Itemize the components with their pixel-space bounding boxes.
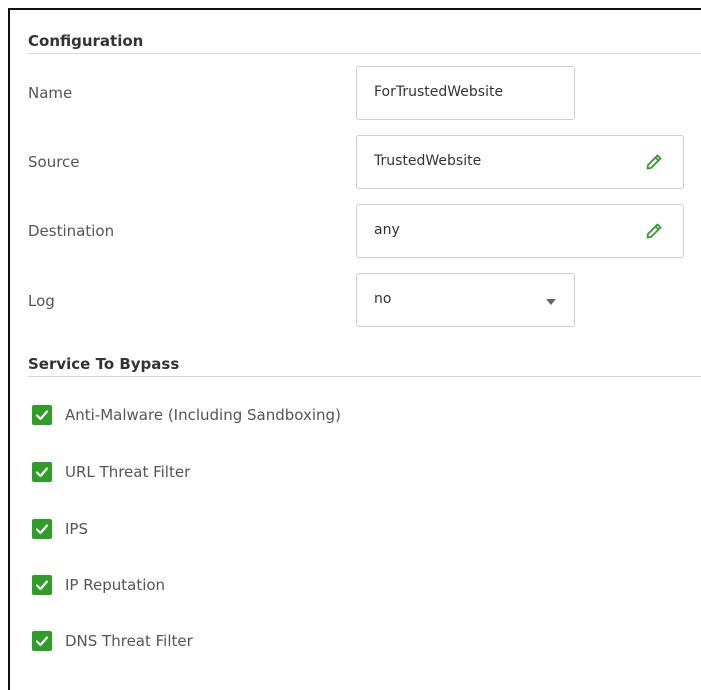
destination-field[interactable]: any xyxy=(356,204,684,258)
name-value: ForTrustedWebsite xyxy=(374,84,504,100)
checkmark-icon[interactable] xyxy=(32,405,52,425)
bypass-section-title: Service To Bypass xyxy=(28,355,180,373)
section-divider xyxy=(28,53,701,54)
log-select[interactable]: no xyxy=(356,273,575,327)
name-label: Name xyxy=(28,84,73,102)
bypass-item-label: IP Reputation xyxy=(65,576,166,594)
source-value: TrustedWebsite xyxy=(374,153,482,169)
configuration-section-title: Configuration xyxy=(28,32,144,50)
pencil-edit-icon[interactable] xyxy=(645,153,663,171)
checkmark-icon[interactable] xyxy=(32,462,52,482)
destination-value: any xyxy=(374,222,400,238)
checkmark-icon[interactable] xyxy=(32,631,52,651)
source-label: Source xyxy=(28,153,80,171)
bypass-item-label: URL Threat Filter xyxy=(65,463,191,481)
bypass-item-label: DNS Threat Filter xyxy=(65,632,193,650)
name-field[interactable]: ForTrustedWebsite xyxy=(356,66,575,120)
chevron-down-icon[interactable] xyxy=(546,299,556,305)
bypass-item-label: Anti-Malware (Including Sandboxing) xyxy=(65,406,341,424)
bypass-item-label: IPS xyxy=(65,520,88,538)
section-divider xyxy=(28,376,701,377)
log-label: Log xyxy=(28,292,55,310)
log-value: no xyxy=(374,291,392,307)
destination-label: Destination xyxy=(28,222,115,240)
source-field[interactable]: TrustedWebsite xyxy=(356,135,684,189)
checkmark-icon[interactable] xyxy=(32,519,52,539)
pencil-edit-icon[interactable] xyxy=(645,222,663,240)
checkmark-icon[interactable] xyxy=(32,575,52,595)
